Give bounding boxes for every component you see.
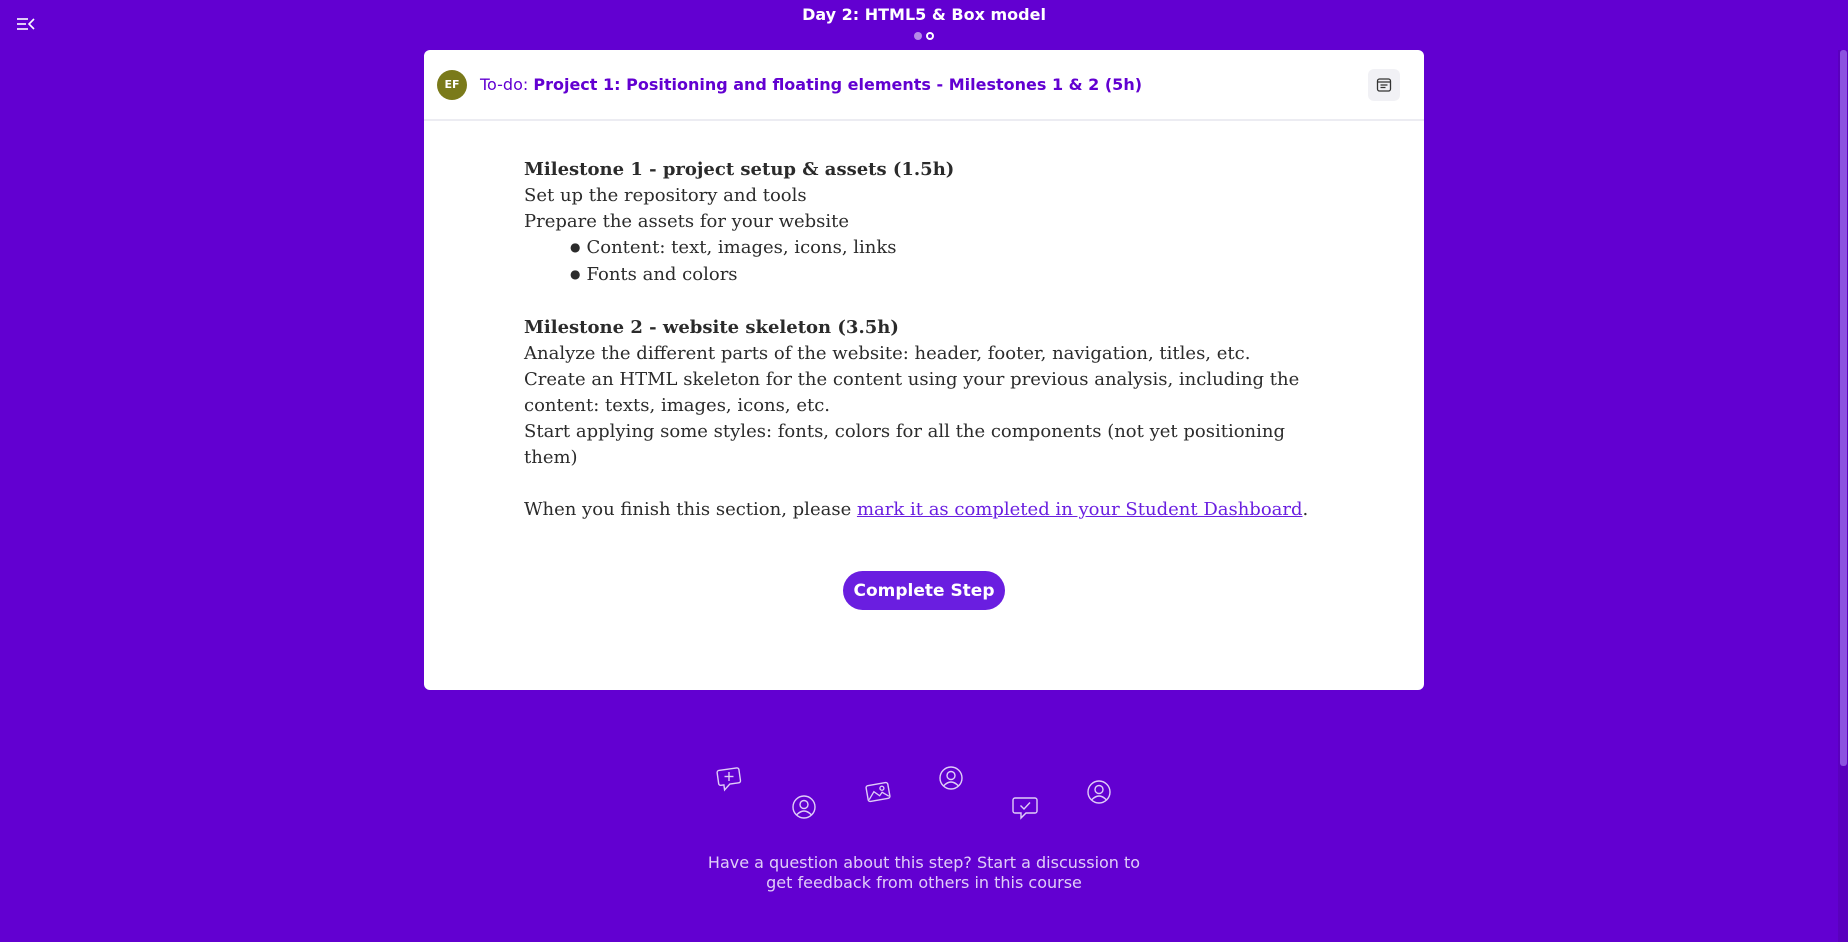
step-header: EF To-do: Project 1: Positioning and flo…: [424, 50, 1424, 121]
user-icon: [937, 764, 965, 792]
chat-check-icon: [1011, 793, 1039, 821]
milestone-2-line-1: Analyze the different parts of the websi…: [524, 343, 1251, 364]
milestone-2-title: Milestone 2 - website skeleton (3.5h): [524, 317, 899, 338]
project-title: Project 1: Positioning and floating elem…: [533, 75, 1143, 94]
complete-step-button[interactable]: Complete Step: [843, 571, 1005, 610]
step-card: EF To-do: Project 1: Positioning and flo…: [424, 50, 1424, 690]
milestone-1-line-1: Set up the repository and tools: [524, 185, 807, 206]
step-pager: [0, 32, 1848, 40]
finish-prefix: When you finish this section, please: [524, 499, 857, 520]
user-icon: [790, 793, 818, 821]
notes-button[interactable]: [1368, 69, 1400, 101]
milestone-1-list: Content: text, images, icons, links Font…: [524, 235, 1344, 289]
scrollbar-thumb[interactable]: [1840, 50, 1847, 766]
chat-plus-icon: [716, 764, 744, 792]
student-dashboard-link[interactable]: mark it as completed in your Student Das…: [857, 499, 1303, 520]
page-scrollbar[interactable]: [1838, 50, 1848, 942]
finish-suffix: .: [1302, 499, 1309, 520]
finish-paragraph: When you finish this section, please mar…: [524, 497, 1344, 523]
milestone-2-line-2: Create an HTML skeleton for the content …: [524, 369, 1300, 416]
discussion-prompt: Have a question about this step? Start a…: [707, 853, 1141, 892]
milestone-1-title: Milestone 1 - project setup & assets (1.…: [524, 159, 955, 180]
notes-icon: [1376, 78, 1392, 92]
step-dot-1[interactable]: [914, 32, 922, 40]
avatar[interactable]: EF: [437, 69, 467, 100]
milestone-1-line-2: Prepare the assets for your website: [524, 211, 850, 232]
todo-prefix: To-do:: [480, 75, 529, 94]
list-item: Content: text, images, icons, links: [570, 235, 1344, 262]
day-title: Day 2: HTML5 & Box model: [802, 5, 1046, 24]
todo-label: To-do: Project 1: Positioning and floati…: [480, 75, 1142, 94]
top-bar: Day 2: HTML5 & Box model: [0, 0, 1848, 44]
user-icon: [1085, 778, 1113, 806]
list-item: Fonts and colors: [570, 262, 1344, 289]
milestone-2-line-3: Start applying some styles: fonts, color…: [524, 421, 1286, 468]
step-dot-2[interactable]: [926, 32, 934, 40]
step-content: Milestone 1 - project setup & assets (1.…: [524, 157, 1344, 523]
image-icon: [864, 778, 892, 806]
